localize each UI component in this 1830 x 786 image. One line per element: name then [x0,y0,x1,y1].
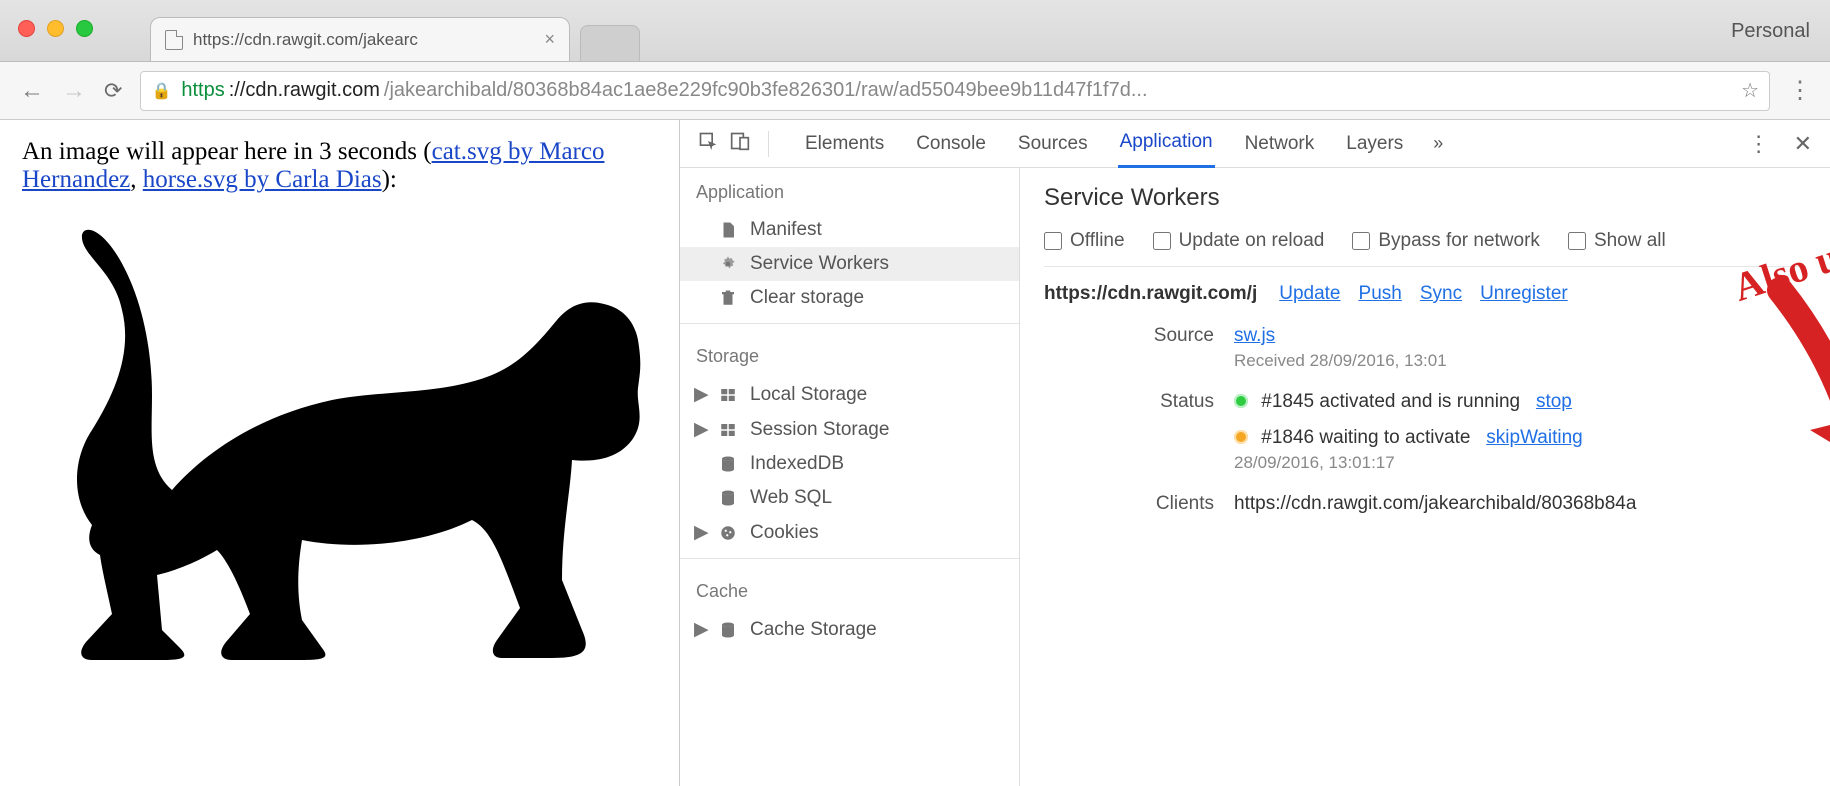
sidebar-item-clear-storage[interactable]: Clear storage [680,281,1019,315]
application-sidebar: ApplicationManifestService WorkersClear … [680,168,1020,786]
devtools-panel: Elements Console Sources Application Net… [680,120,1830,786]
sidebar-item-session-storage[interactable]: ▶Session Storage [680,412,1019,447]
db-icon [718,454,738,474]
sw-status2-text: waiting to activate [1319,427,1470,448]
checkbox[interactable] [1568,232,1586,250]
back-button[interactable]: ← [20,77,44,105]
bookmark-icon[interactable]: ☆ [1741,78,1759,103]
browser-tab[interactable]: https://cdn.rawgit.com/jakearc × [150,17,570,61]
grid-icon [718,385,738,405]
window-minimize-button[interactable] [47,20,64,37]
tab-title: https://cdn.rawgit.com/jakearc [193,30,418,50]
sw-check-bypass-for-network[interactable]: Bypass for network [1352,230,1540,252]
browser-toolbar: ← → ⟳ 🔒 https ://cdn.rawgit.com /jakearc… [0,62,1830,120]
sidebar-item-local-storage[interactable]: ▶Local Storage [680,377,1019,412]
sw-status1-text: activated and is running [1319,391,1520,412]
sw-action-push[interactable]: Push [1359,283,1402,305]
forward-button[interactable]: → [62,77,86,105]
device-icon[interactable] [730,131,750,157]
link-horse-svg[interactable]: horse.svg by Carla Dias [143,166,382,193]
sidebar-item-web-sql[interactable]: Web SQL [680,481,1019,515]
caret-icon: ▶ [694,521,706,544]
checkbox[interactable] [1044,232,1062,250]
devtools-menu-icon[interactable]: ⋮ [1748,131,1770,157]
sw-skipwaiting-link[interactable]: skipWaiting [1486,427,1582,448]
sw-clients-url: https://cdn.rawgit.com/jakearchibald/803… [1234,493,1806,515]
sidebar-item-manifest[interactable]: Manifest [680,213,1019,247]
window-zoom-button[interactable] [76,20,93,37]
tab-sources[interactable]: Sources [1016,121,1090,167]
intro-text: An image will appear here in 3 seconds ( [22,138,432,165]
cat-image [22,200,657,667]
sw-action-unregister[interactable]: Unregister [1480,283,1568,305]
devtools-close-icon[interactable]: ✕ [1794,131,1812,157]
tab-close-icon[interactable]: × [544,29,555,50]
reload-button[interactable]: ⟳ [104,78,122,104]
sw-check-offline[interactable]: Offline [1044,230,1125,252]
profile-label[interactable]: Personal [1731,20,1810,43]
grid-icon [718,420,738,440]
new-tab-button[interactable] [580,25,640,61]
gear-icon [718,254,738,274]
sw-status2-time: 28/09/2016, 13:01:17 [1234,453,1806,473]
db-icon [718,620,738,640]
sidebar-item-cookies[interactable]: ▶Cookies [680,515,1019,550]
tab-console[interactable]: Console [914,121,988,167]
tab-elements[interactable]: Elements [803,121,886,167]
cookie-icon [718,523,738,543]
sw-check-show-all[interactable]: Show all [1568,230,1666,252]
url-path: /jakearchibald/80368b84ac1ae8e229fc90b3f… [384,79,1148,102]
sw-status2-id: #1846 [1261,427,1314,448]
sidebar-group-application: Application [680,168,1019,213]
caret-icon: ▶ [694,383,706,406]
devtools-tabbar: Elements Console Sources Application Net… [680,120,1830,168]
trash-icon [718,288,738,308]
sw-source-received: Received 28/09/2016, 13:01 [1234,351,1806,371]
sw-source-label: Source [1044,325,1234,371]
sw-heading: Service Workers [1044,184,1806,212]
db-icon [718,488,738,508]
tab-layers[interactable]: Layers [1344,121,1405,167]
address-bar[interactable]: 🔒 https ://cdn.rawgit.com /jakearchibald… [140,71,1770,111]
url-host: ://cdn.rawgit.com [229,79,380,102]
sidebar-item-service-workers[interactable]: Service Workers [680,247,1019,281]
window-close-button[interactable] [18,20,35,37]
sw-scope-url: https://cdn.rawgit.com/j [1044,283,1257,305]
doc-icon [718,220,738,240]
inspect-icon[interactable] [698,131,718,157]
tab-network[interactable]: Network [1243,121,1317,167]
sw-check-update-on-reload[interactable]: Update on reload [1153,230,1325,252]
checkbox[interactable] [1352,232,1370,250]
page-icon [165,30,183,50]
sw-action-update[interactable]: Update [1279,283,1340,305]
sidebar-item-cache-storage[interactable]: ▶Cache Storage [680,612,1019,647]
status-dot-waiting-icon [1234,430,1248,444]
service-workers-detail: Service Workers Offline Update on reload B… [1020,168,1830,786]
sw-stop-link[interactable]: stop [1536,391,1572,412]
checkbox[interactable] [1153,232,1171,250]
caret-icon: ▶ [694,418,706,441]
sidebar-group-cache: Cache [680,567,1019,612]
lock-icon: 🔒 [151,81,171,101]
menu-icon[interactable]: ⋮ [1788,76,1810,105]
sw-action-sync[interactable]: Sync [1420,283,1462,305]
page-content: An image will appear here in 3 seconds (… [0,120,680,786]
sw-status1-id: #1845 [1261,391,1314,412]
window-chrome: https://cdn.rawgit.com/jakearc × Persona… [0,0,1830,62]
sw-source-link[interactable]: sw.js [1234,325,1275,346]
tab-application[interactable]: Application [1118,119,1215,168]
tabs-overflow-icon[interactable]: » [1433,133,1443,154]
sw-status-label: Status [1044,391,1234,473]
status-dot-active-icon [1234,394,1248,408]
sidebar-item-indexeddb[interactable]: IndexedDB [680,447,1019,481]
url-scheme: https [181,79,224,102]
sidebar-group-storage: Storage [680,332,1019,377]
caret-icon: ▶ [694,618,706,641]
sw-clients-label: Clients [1044,493,1234,515]
